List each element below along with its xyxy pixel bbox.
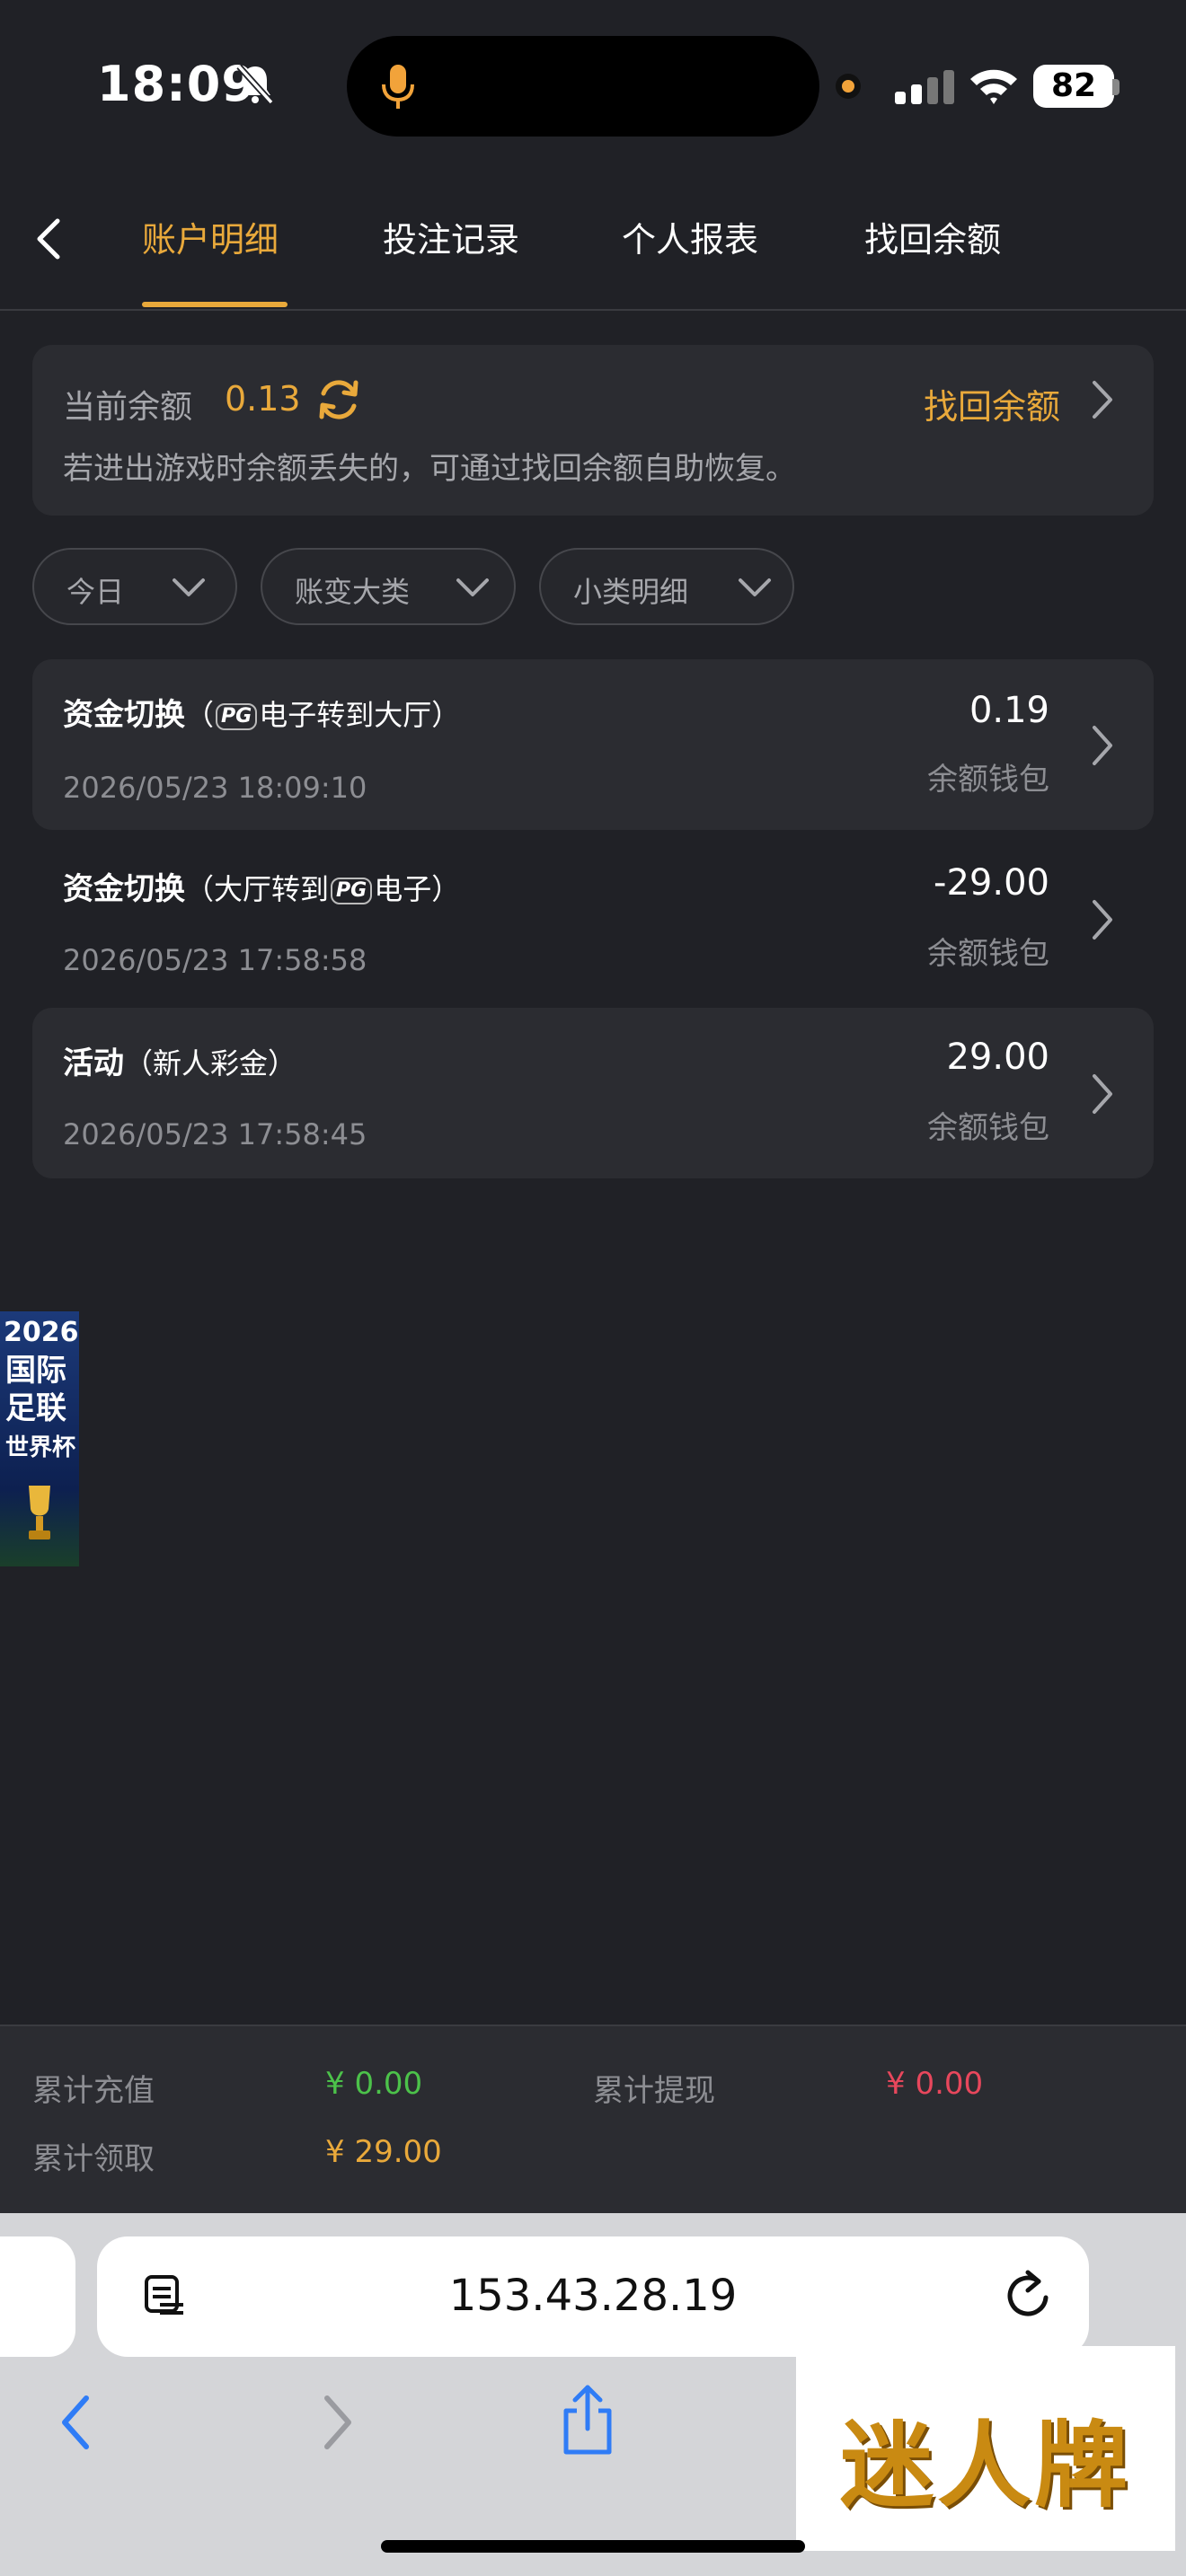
chevron-right-icon[interactable] [1089,1071,1116,1117]
record-wallet: 余额钱包 [927,936,1049,972]
reload-icon[interactable] [1003,2267,1053,2321]
previous-tab-preview[interactable] [0,2236,75,2357]
date-filter[interactable]: 今日 [32,548,237,625]
balance-hint: 若进出游戏时余额丢失的，可通过找回余额自助恢复。 [63,451,796,487]
privacy-indicator [836,74,861,99]
chevron-right-icon[interactable] [1089,377,1116,422]
chevron-right-icon[interactable] [1089,722,1116,769]
record-wallet: 余额钱包 [927,762,1049,798]
list-item[interactable] [32,834,1154,1004]
record-time: 2026/05/23 18:09:10 [63,771,367,805]
nav-divider [0,309,1186,311]
list-item[interactable] [32,1008,1154,1178]
banner-line: 国际 [5,1353,66,1389]
silent-bell-icon [236,64,274,105]
watermark-logo-text: 迷人牌 [839,2410,1131,2520]
status-time: 18:09 [97,56,256,112]
banner-year: 2026 [4,1317,79,1348]
total-withdraw-label: 累计提现 [593,2073,715,2109]
record-time: 2026/05/23 17:58:45 [63,1117,367,1151]
record-wallet: 余额钱包 [927,1110,1049,1146]
chevron-down-icon [739,578,771,596]
date-filter-label: 今日 [66,575,125,609]
record-time: 2026/05/23 17:58:58 [63,943,367,977]
wifi-icon [970,69,1017,104]
record-title: 资金切换（大厅转到 PG 电子） [63,871,461,907]
subcategory-filter[interactable]: 小类明细 [539,548,794,625]
active-tab-indicator [142,302,288,307]
record-amount: 0.19 [969,690,1049,731]
total-recharge-value: ¥ 0.00 [325,2066,423,2102]
record-amount: -29.00 [934,862,1049,904]
cellular-signal-icon [895,70,954,104]
chevron-down-icon [173,578,205,596]
balance-label: 当前余额 [63,389,193,426]
home-indicator[interactable] [381,2540,805,2553]
record-amount: 29.00 [946,1037,1049,1078]
refresh-icon[interactable] [314,375,363,424]
tab-personal-report[interactable]: 个人报表 [622,212,758,261]
tab-recover-balance[interactable]: 找回余额 [864,212,1001,261]
total-claim-label: 累计领取 [32,2141,155,2177]
back-chevron-icon[interactable] [31,212,66,266]
subcategory-filter-label: 小类明细 [573,575,689,609]
browser-forward-icon[interactable] [320,2393,356,2452]
url-text[interactable]: 153.43.28.19 [97,2271,1089,2321]
chevron-right-icon[interactable] [1089,896,1116,943]
record-title: 活动（新人彩金） [63,1045,297,1081]
chevron-down-icon [456,578,489,596]
share-icon[interactable] [561,2384,615,2456]
recover-balance-link[interactable]: 找回余额 [924,379,1060,428]
banner-line: 足联 [5,1390,66,1426]
balance-value: 0.13 [225,379,301,419]
record-title: 资金切换（ PG 电子转到大厅） [63,697,461,733]
category-filter[interactable]: 账变大类 [261,548,516,625]
microphone-icon [382,65,414,109]
pg-logo-icon: PG [331,877,373,904]
battery-tip [1112,79,1120,95]
total-withdraw-value: ¥ 0.00 [886,2066,984,2102]
category-filter-label: 账变大类 [295,575,411,609]
browser-back-icon[interactable] [58,2393,93,2452]
totals-panel [0,2025,1186,2215]
balance-card [32,345,1154,516]
trophy-icon [29,1486,50,1539]
battery-level: 82 [1033,65,1114,108]
total-recharge-label: 累计充值 [32,2073,155,2109]
total-claim-value: ¥ 29.00 [325,2134,442,2170]
banner-line: 世界杯 [5,1434,76,1461]
pg-logo-icon: PG [216,702,258,730]
tab-account-details[interactable]: 账户明细 [142,212,279,261]
tab-bet-records[interactable]: 投注记录 [383,212,519,261]
world-cup-banner[interactable]: 2026 国际 足联 世界杯 [0,1311,79,1566]
